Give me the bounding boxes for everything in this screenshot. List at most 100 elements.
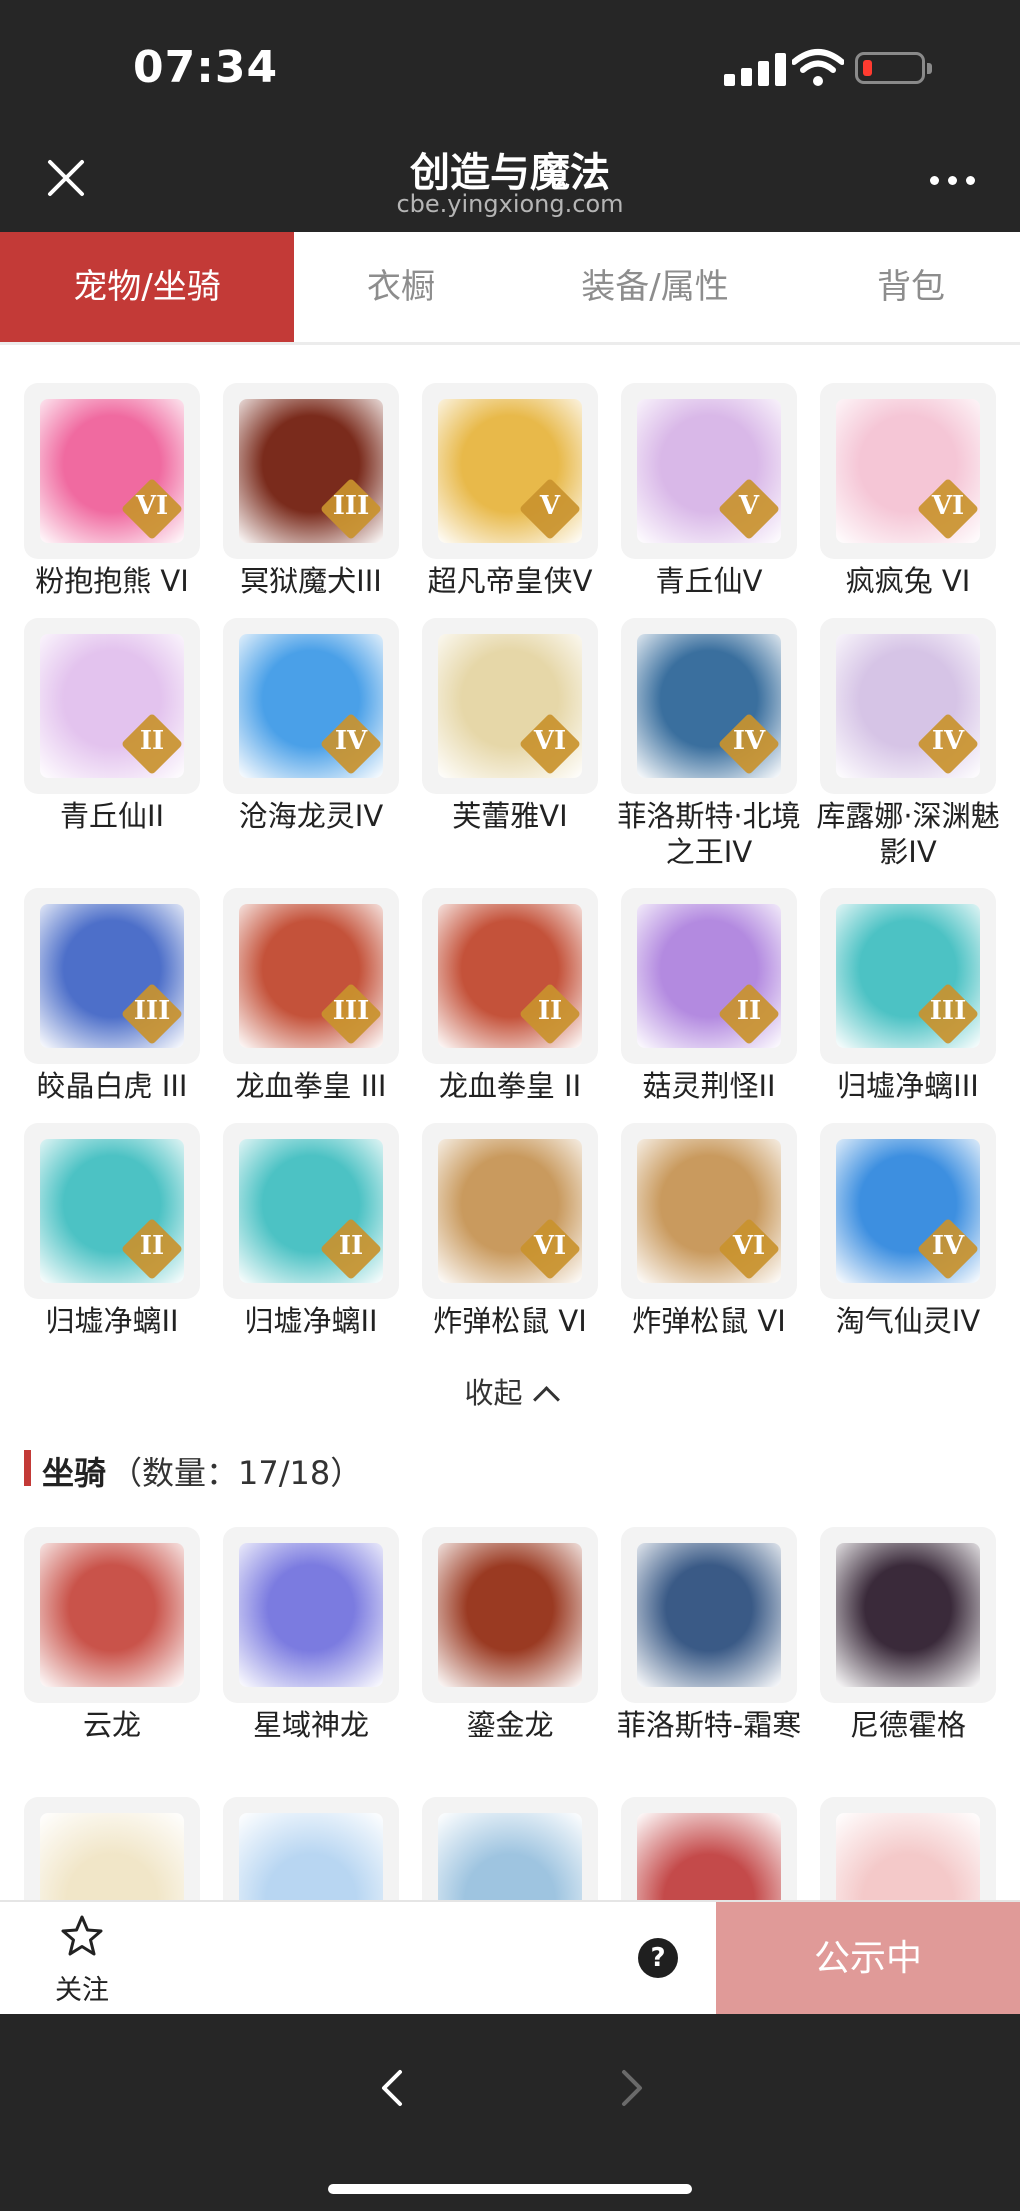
action-bar: 关注 ? 公示中 — [0, 1900, 1020, 2016]
pet-name: 芙蕾雅VI — [452, 799, 568, 833]
tab-pets-mounts[interactable]: 宠物/坐骑 — [0, 232, 294, 342]
mount-thumbnail — [422, 1527, 598, 1703]
mount-item-partial[interactable] — [422, 1797, 598, 1900]
tier-badge-text: VI — [135, 491, 169, 521]
tier-badge-text: V — [539, 491, 561, 521]
status-time: 07:34 — [133, 42, 279, 93]
pet-thumbnail: V — [621, 383, 797, 559]
mount-image — [239, 1543, 383, 1687]
mount-thumbnail — [223, 1527, 399, 1703]
page-url: cbe.yingxiong.com — [396, 190, 624, 218]
top-bar: 07:34 创造与魔法 cbe.yingxiong.com — [0, 0, 1020, 232]
tab-backpack[interactable]: 背包 — [802, 232, 1020, 342]
mount-image — [637, 1813, 781, 1900]
pet-thumbnail: III — [223, 888, 399, 1064]
mount-image — [40, 1543, 184, 1687]
pet-thumbnail: VI — [24, 383, 200, 559]
tier-badge-text: III — [332, 996, 370, 1026]
tier-badge-text: V — [738, 491, 760, 521]
mount-image — [637, 1543, 781, 1687]
mount-image — [836, 1813, 980, 1900]
tier-badge-text: VI — [533, 1231, 567, 1261]
home-indicator — [328, 2184, 692, 2194]
battery-icon — [855, 52, 932, 84]
mount-name: 云龙 — [82, 1708, 141, 1742]
help-icon[interactable]: ? — [638, 1938, 678, 1978]
mount-name: 菲洛斯特-霜寒 — [616, 1708, 802, 1742]
tier-badge-text: VI — [931, 491, 965, 521]
more-icon[interactable] — [930, 170, 978, 190]
pet-thumbnail: II — [621, 888, 797, 1064]
pet-thumbnail: II — [223, 1123, 399, 1299]
pet-name: 沧海龙灵IV — [238, 799, 384, 833]
follow-button[interactable]: 关注 — [40, 1914, 124, 2006]
pet-thumbnail: IV — [223, 618, 399, 794]
pet-thumbnail: VI — [621, 1123, 797, 1299]
mount-thumbnail — [422, 1797, 598, 1900]
mount-item-partial[interactable] — [621, 1797, 797, 1900]
pet-thumbnail: IV — [621, 618, 797, 794]
mounts-section-title: 坐骑 — [42, 1454, 107, 1492]
pet-name: 青丘仙V — [655, 564, 763, 598]
pet-name: 归墟净螭II — [244, 1304, 378, 1338]
pet-name: 疯疯兔 VI — [845, 564, 971, 598]
forward-icon[interactable] — [612, 2068, 652, 2108]
mount-item-partial[interactable] — [223, 1797, 399, 1900]
mount-name: 尼德霍格 — [849, 1708, 966, 1742]
pet-name: 库露娜·深渊魅影IV — [816, 799, 1000, 869]
section-accent-bar — [24, 1450, 31, 1486]
chevron-up-icon — [532, 1386, 560, 1413]
pet-thumbnail: V — [422, 383, 598, 559]
tier-badge-text: III — [332, 491, 370, 521]
mount-name: 鎏金龙 — [466, 1708, 554, 1742]
pet-name: 菇灵荆怪II — [642, 1069, 776, 1103]
public-status-button[interactable]: 公示中 — [716, 1902, 1020, 2016]
pet-name: 冥狱魔犬III — [240, 564, 382, 598]
pet-name: 炸弹松鼠 VI — [433, 1304, 587, 1338]
star-icon — [61, 1915, 103, 1956]
pet-name: 炸弹松鼠 VI — [632, 1304, 786, 1338]
follow-label: 关注 — [55, 1975, 109, 2006]
mount-thumbnail — [24, 1527, 200, 1703]
tier-badge-text: II — [139, 1231, 165, 1261]
tab-equipment[interactable]: 装备/属性 — [508, 232, 802, 342]
pet-thumbnail: III — [820, 888, 996, 1064]
collapse-label: 收起 — [464, 1376, 523, 1410]
tier-badge-text: IV — [931, 1231, 965, 1261]
pet-thumbnail: VI — [422, 618, 598, 794]
mount-item-partial[interactable] — [24, 1797, 200, 1900]
back-icon[interactable] — [372, 2068, 412, 2108]
mount-image — [40, 1813, 184, 1900]
tier-badge-text: VI — [732, 1231, 766, 1261]
pet-thumbnail: II — [24, 1123, 200, 1299]
tier-badge-text: III — [929, 996, 967, 1026]
tier-badge-text: IV — [931, 726, 965, 756]
browser-nav-bar — [0, 2014, 1020, 2211]
mount-thumbnail — [24, 1797, 200, 1900]
mount-thumbnail — [820, 1797, 996, 1900]
mount-image — [438, 1543, 582, 1687]
pet-name: 粉抱抱熊 VI — [35, 564, 189, 598]
pet-name: 超凡帝皇侠V — [427, 564, 593, 598]
tab-wardrobe[interactable]: 衣橱 — [294, 232, 508, 342]
mount-thumbnail — [820, 1527, 996, 1703]
tier-badge-text: II — [537, 996, 563, 1026]
collapse-button[interactable]: 收起 — [0, 1370, 1020, 1413]
pet-thumbnail: III — [24, 888, 200, 1064]
mount-image — [836, 1543, 980, 1687]
tier-badge-text: VI — [533, 726, 567, 756]
tier-badge-text: II — [139, 726, 165, 756]
mount-thumbnail — [621, 1527, 797, 1703]
pet-thumbnail: III — [223, 383, 399, 559]
pet-name: 青丘仙II — [59, 799, 165, 833]
signal-icon — [724, 52, 788, 86]
tab-bar: 宠物/坐骑 衣橱 装备/属性 背包 — [0, 232, 1020, 345]
tier-badge-text: III — [133, 996, 171, 1026]
tier-badge-text: II — [736, 996, 762, 1026]
mount-thumbnail — [621, 1797, 797, 1900]
mount-image — [438, 1813, 582, 1900]
mount-item-partial[interactable] — [820, 1797, 996, 1900]
tier-badge-text: II — [338, 1231, 364, 1261]
mount-thumbnail — [223, 1797, 399, 1900]
pet-name: 皎晶白虎 III — [36, 1069, 188, 1103]
